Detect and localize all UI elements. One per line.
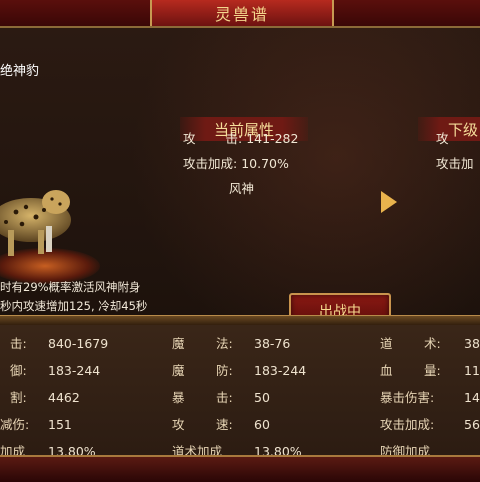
stat-magic: 魔法: 38-76 <box>172 336 291 351</box>
stat-bonus: 加成 13.80% <box>0 444 96 455</box>
stat-cut: 割: 4462 <box>10 390 80 405</box>
next-level-arrow-icon[interactable] <box>381 191 397 213</box>
beast-detail-panel: 绝神豹 时有29%概率激活风神附身 秒内攻速增加125, 冷却45秒 当前属性 … <box>0 28 480 315</box>
beast-name: 绝神豹 <box>0 64 40 79</box>
stat-crit-damage: 暴击伤害: 14 <box>380 390 480 405</box>
bonus-label: 攻击加成: <box>183 156 238 171</box>
stat-attack-bonus: 攻击加成: 56 <box>380 417 480 432</box>
current-bonus-row: 攻击加成: 10.70% <box>183 153 289 172</box>
skill-line-1: 时有29%概率激活风神附身 <box>0 280 141 294</box>
stat-defense: 御: 183-244 <box>10 363 101 378</box>
current-bonus-value: 10.70% <box>241 156 289 171</box>
skill-line-2: 秒内攻速增加125, 冷却45秒 <box>0 299 148 313</box>
current-attack-row: 攻 击: 141-282 <box>183 128 298 147</box>
current-element: 风神 <box>229 181 255 196</box>
next-level-header: 下级 <box>418 117 480 141</box>
stat-damage-reduction: 减伤: 151 <box>0 417 72 432</box>
stat-taoist-bonus: 道术加成 13.80% <box>172 444 302 455</box>
attack-label-2: 击: <box>225 131 243 146</box>
stat-attack: 击: 840-1679 <box>10 336 109 351</box>
bottom-frame <box>0 455 480 482</box>
attack-label-1: 攻 <box>183 131 196 146</box>
stat-hp: 血量: 11 <box>380 363 480 378</box>
stat-crit: 暴击: 50 <box>172 390 270 405</box>
stat-magic-defense: 魔防: 183-244 <box>172 363 307 378</box>
stat-attack-speed: 攻速: 60 <box>172 417 270 432</box>
next-bonus-label: 攻击加 <box>436 156 474 171</box>
stat-defense-bonus: 防御加成 <box>380 444 431 455</box>
total-stats-panel: 击: 840-1679 御: 183-244 割: 4462 减伤: 151 加成 13.… <box>0 325 480 455</box>
title-bar: 灵兽谱 <box>0 0 480 28</box>
next-attack-label: 攻 <box>436 131 449 146</box>
battle-status-button[interactable]: 出战中 <box>289 293 391 315</box>
skill-description: 时有29%概率激活风神附身 秒内攻速增加125, 冷却45秒 <box>0 278 200 315</box>
window-title: 灵兽谱 <box>150 0 334 26</box>
current-attack-value: 141-282 <box>246 131 299 146</box>
stat-taoism: 道术: 38 <box>380 336 480 351</box>
